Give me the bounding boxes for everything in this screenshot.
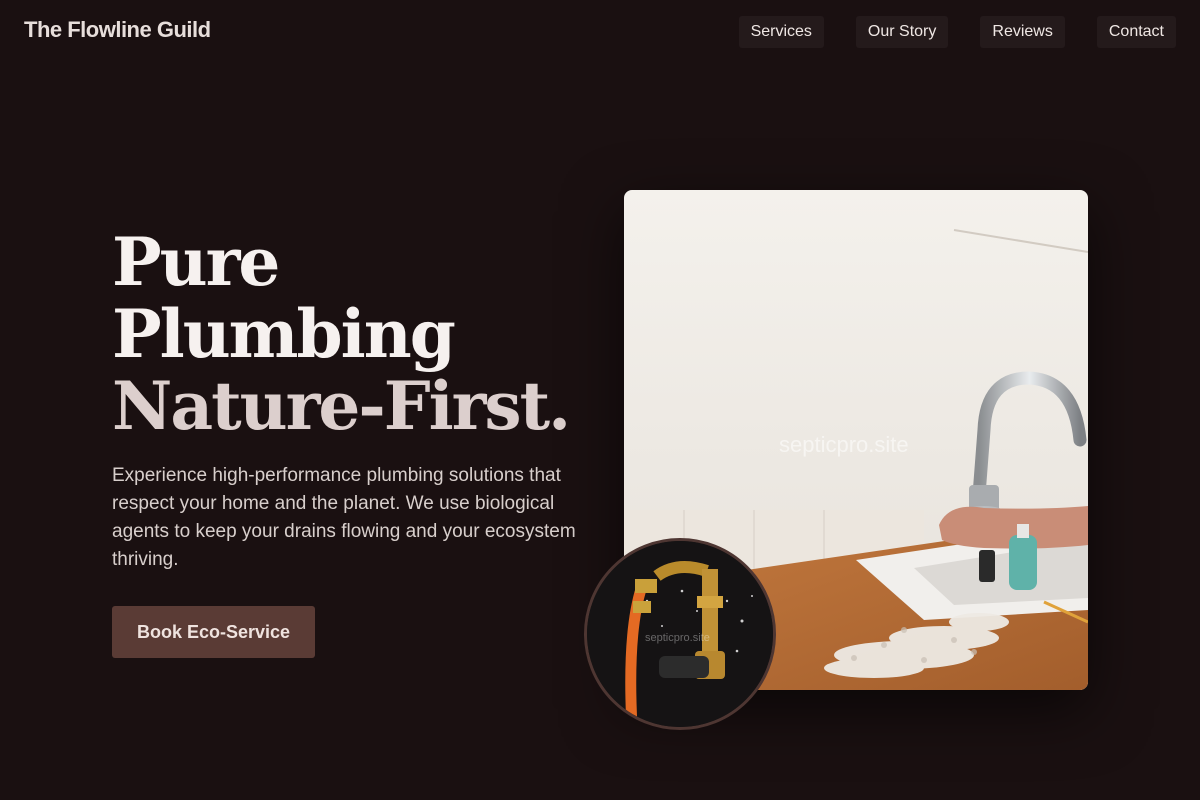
book-eco-service-button[interactable]: Book Eco-Service bbox=[112, 606, 315, 658]
main-photo-watermark: septicpro.site bbox=[779, 432, 909, 457]
circle-photo-watermark: septicpro.site bbox=[645, 632, 710, 644]
brand-logo[interactable]: The Flowline Guild bbox=[24, 17, 211, 43]
hero-description: Experience high-performance plumbing sol… bbox=[112, 465, 576, 570]
main-nav: Services Our Story Reviews Contact bbox=[738, 16, 1176, 48]
nav-reviews[interactable]: Reviews bbox=[980, 16, 1065, 48]
nav-our-story[interactable]: Our Story bbox=[855, 16, 949, 48]
hero-headline: Pure Plumbing Nature-First. bbox=[112, 223, 571, 445]
nav-services[interactable]: Services bbox=[738, 16, 824, 48]
headline-line-1: Pure bbox=[112, 223, 280, 301]
headline-line-2: Plumbing bbox=[112, 295, 456, 373]
nav-contact[interactable]: Contact bbox=[1096, 16, 1176, 48]
pipe-leak-photo: septicpro.site bbox=[584, 538, 776, 730]
headline-line-3: Nature-First. bbox=[112, 367, 571, 445]
